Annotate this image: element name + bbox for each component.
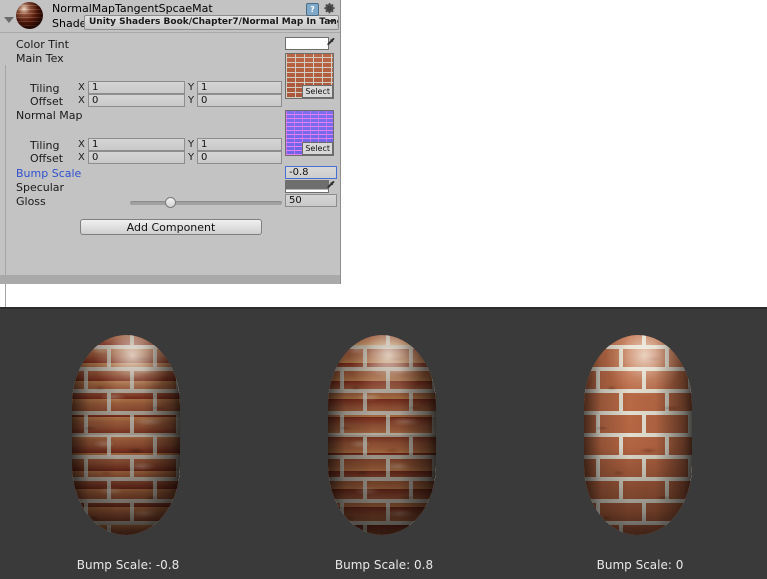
specular-label: Specular <box>16 181 65 194</box>
chevron-down-icon <box>329 20 335 24</box>
material-inspector-panel: NormalMapTangentSpcaeMat Shader Unity Sh… <box>0 0 341 307</box>
main-tex-label: Main Tex <box>16 52 64 65</box>
normal-map-select-button[interactable]: Select <box>302 142 333 155</box>
main-tex-select-button[interactable]: Select <box>302 85 333 98</box>
main-tex-offset-y-axis: Y <box>188 95 195 106</box>
normal-map-offset-label: Offset <box>30 152 64 165</box>
capsule-brick-texture <box>584 335 692 535</box>
eyedropper-icon[interactable] <box>326 180 338 193</box>
main-tex-offset-y-input[interactable]: 0 <box>197 94 282 107</box>
triangle-down-icon[interactable] <box>4 17 14 23</box>
bump-highlight-layer <box>328 335 436 535</box>
material-name: NormalMapTangentSpcaeMat <box>52 2 213 15</box>
brick-noise-layer <box>584 335 692 535</box>
capsule-cell-negative: Bump Scale: -0.8 <box>0 309 256 579</box>
scene-render-viewport: Bump Scale: -0.8 Bump Scale: 0.8 Bump Sc… <box>0 307 767 579</box>
capsule-cell-zero: Bump Scale: 0 <box>512 309 767 579</box>
capsule-brick-texture <box>328 335 436 535</box>
main-tex-offset-x-input[interactable]: 0 <box>88 94 185 107</box>
inspector-header: NormalMapTangentSpcaeMat Shader Unity Sh… <box>0 0 340 33</box>
shader-dropdown[interactable]: Unity Shaders Book/Chapter7/Normal Map I… <box>84 15 339 30</box>
capsule-cell-positive: Bump Scale: 0.8 <box>256 309 512 579</box>
gloss-input[interactable]: 50 <box>285 194 337 207</box>
main-tex-tiling-x-axis: X <box>78 82 85 93</box>
normal-map-offset-x-input[interactable]: 0 <box>88 151 185 164</box>
main-tex-offset-label: Offset <box>30 95 64 108</box>
capsule-caption-zero: Bump Scale: 0 <box>596 558 684 572</box>
eyedropper-icon[interactable] <box>326 37 338 50</box>
normal-map-tiling-y-input[interactable]: 1 <box>197 138 282 151</box>
add-component-button[interactable]: Add Component <box>80 219 262 235</box>
capsule-caption-positive: Bump Scale: 0.8 <box>334 558 434 572</box>
capsule-bump-positive <box>328 335 436 535</box>
bump-highlight-layer <box>72 335 180 535</box>
main-tex-tiling-x-input[interactable]: 1 <box>88 81 185 94</box>
bump-scale-input[interactable]: -0.8 <box>285 166 337 179</box>
normal-map-tiling-x-input[interactable]: 1 <box>88 138 185 151</box>
color-tint-label: Color Tint <box>16 38 69 51</box>
help-icon[interactable]: ? <box>306 3 319 16</box>
main-tex-offset-x-axis: X <box>78 95 85 106</box>
shader-value: Unity Shaders Book/Chapter7/Normal Map I… <box>89 17 338 27</box>
normal-map-tiling-y-axis: Y <box>188 139 195 150</box>
main-tex-tiling-y-input[interactable]: 1 <box>197 81 282 94</box>
gloss-slider-knob[interactable] <box>165 197 177 208</box>
inspector-footer-bar <box>0 275 340 284</box>
normal-map-tiling-label: Tiling <box>30 139 60 152</box>
normal-map-offset-x-axis: X <box>78 152 85 163</box>
normal-map-tiling-x-axis: X <box>78 139 85 150</box>
inspector-body: Color Tint Main Tex Select Tiling X 1 Y … <box>0 33 340 307</box>
main-tex-tiling-label: Tiling <box>30 82 60 95</box>
capsule-brick-texture <box>72 335 180 535</box>
gloss-label: Gloss <box>16 195 46 208</box>
normal-map-offset-y-input[interactable]: 0 <box>197 151 282 164</box>
normal-map-label: Normal Map <box>16 109 83 122</box>
bump-scale-label: Bump Scale <box>16 167 82 180</box>
capsule-bump-negative <box>72 335 180 535</box>
specular-swatch[interactable] <box>285 180 329 193</box>
color-tint-swatch[interactable] <box>285 37 329 50</box>
main-tex-thumbnail[interactable]: Select <box>285 53 334 99</box>
capsule-caption-negative: Bump Scale: -0.8 <box>76 558 180 572</box>
main-tex-tiling-y-axis: Y <box>188 82 195 93</box>
gear-icon[interactable] <box>323 2 336 15</box>
gloss-slider-track[interactable] <box>130 201 282 205</box>
normal-map-offset-y-axis: Y <box>188 152 195 163</box>
normal-map-thumbnail[interactable]: Select <box>285 110 334 156</box>
brick-sphere-icon <box>16 2 43 29</box>
capsule-bump-zero <box>584 335 692 535</box>
